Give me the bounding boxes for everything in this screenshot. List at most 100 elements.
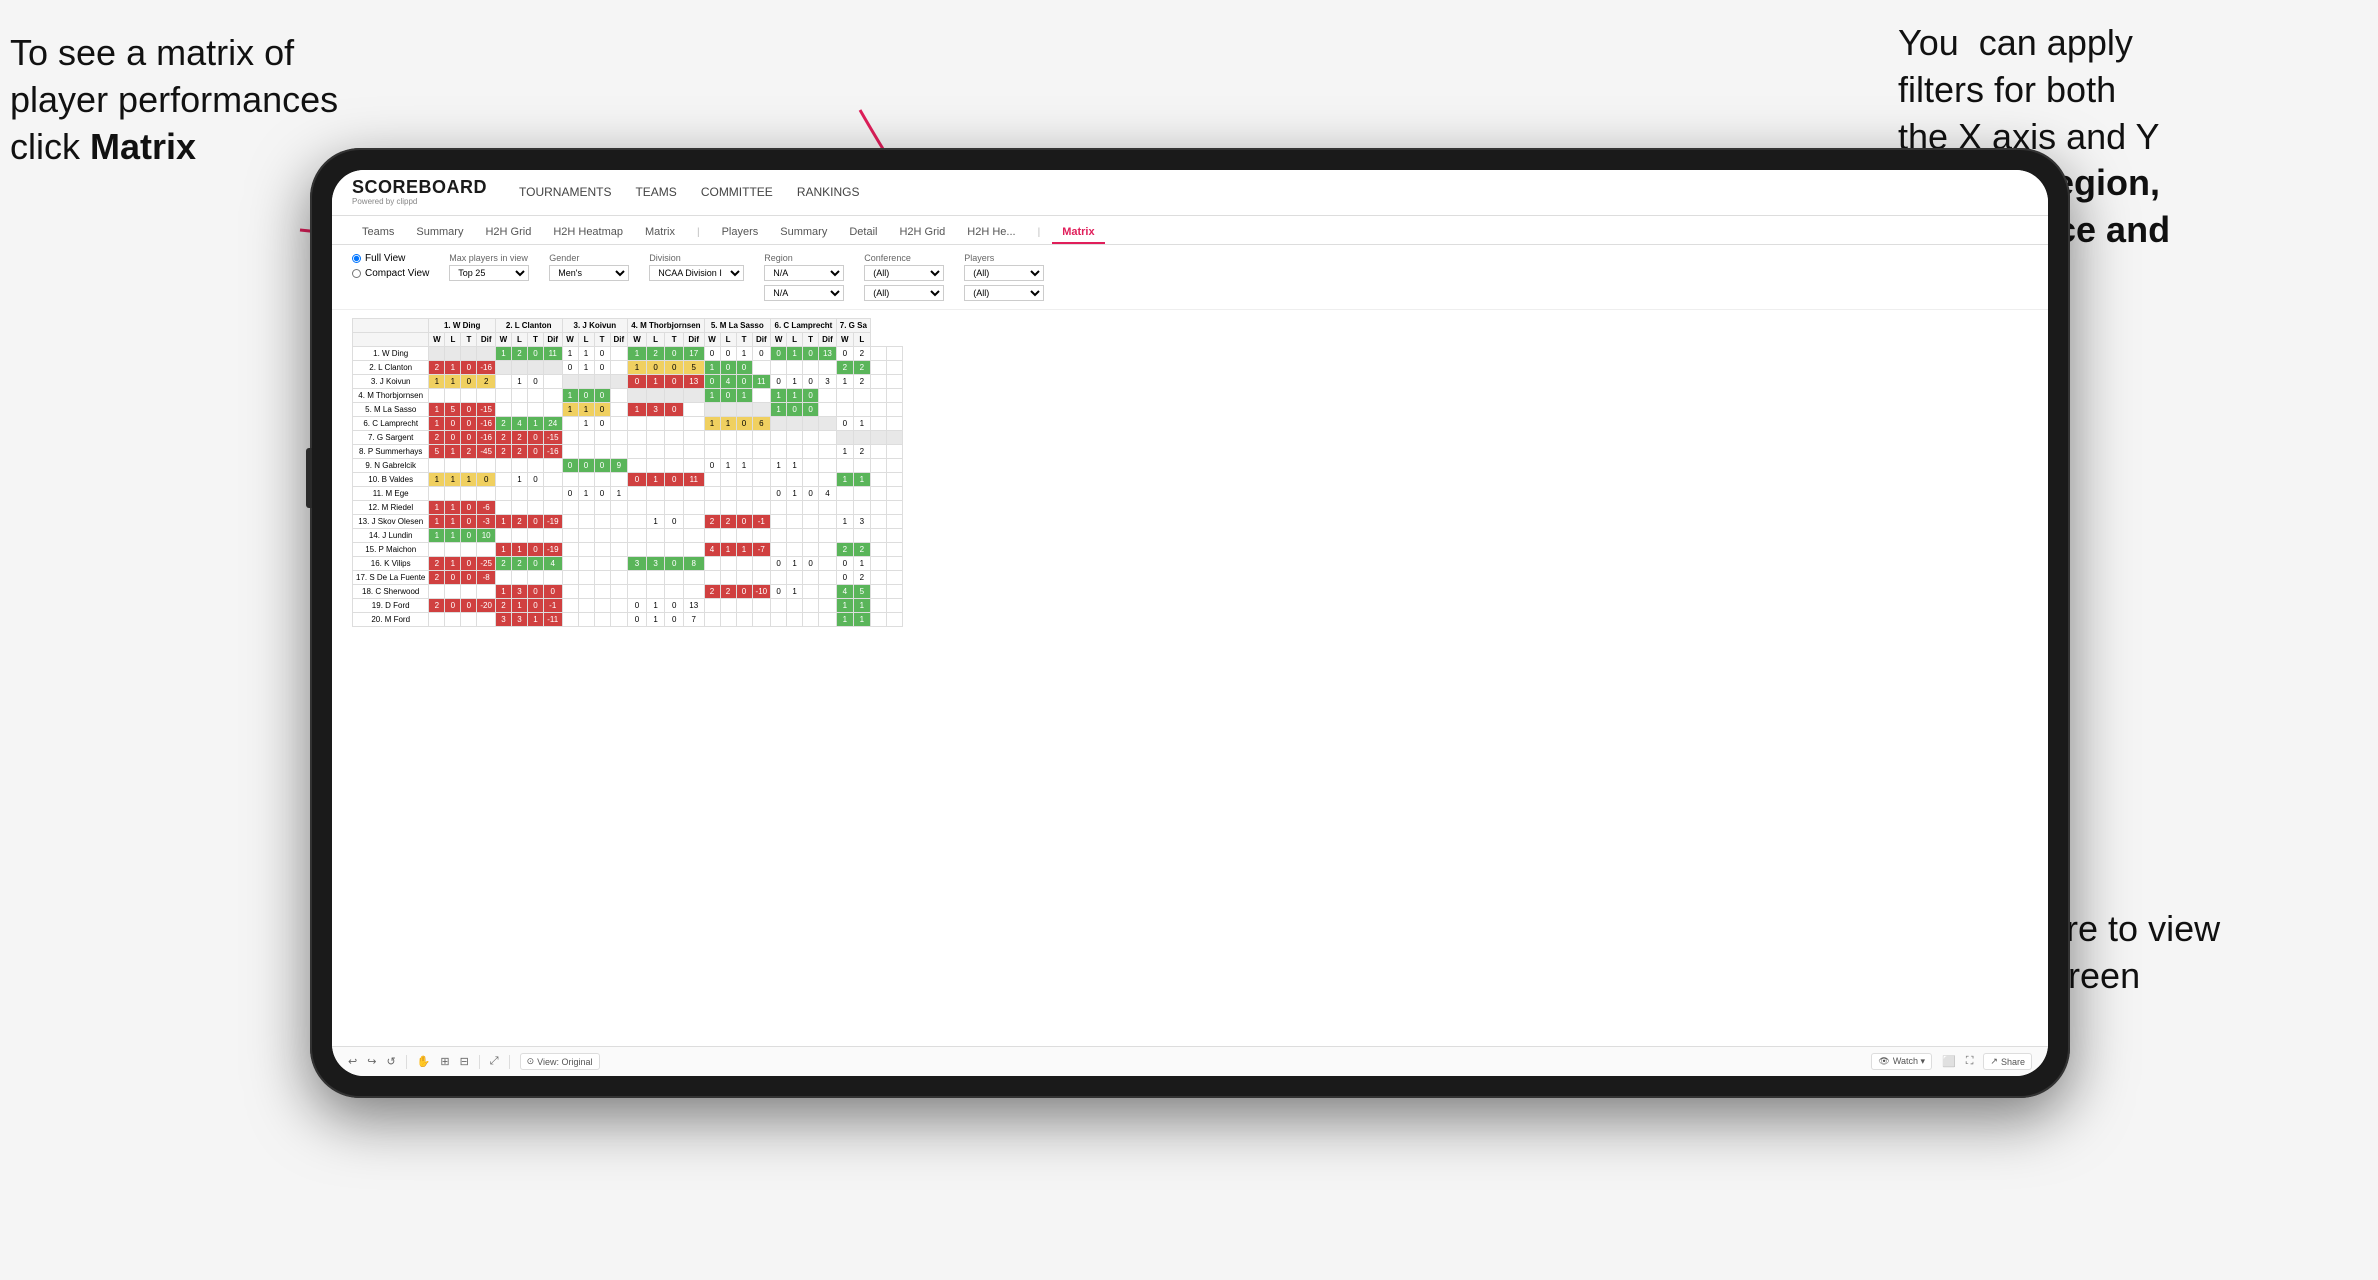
compact-view-input[interactable]	[352, 269, 361, 278]
cell-r14-g2-v3	[610, 542, 628, 556]
cell-r3-g1-v0	[495, 388, 511, 402]
tab-h2h-grid[interactable]: H2H Grid	[475, 222, 541, 244]
cell-r5-g2-v1: 1	[578, 416, 594, 430]
cell-r0-g4-v2: 1	[736, 346, 752, 360]
cell-r9-g2-v2	[594, 472, 610, 486]
cell-r10-g5-v3: 4	[819, 486, 837, 500]
filter-gender-select[interactable]: Men's	[549, 265, 629, 281]
cell-r8-g4-v3	[752, 458, 771, 472]
cell-r1-g2-v3	[610, 360, 628, 374]
cell-r4-g1-v1	[511, 402, 527, 416]
cell-r9-g4-v0	[704, 472, 720, 486]
zoom-out-icon[interactable]: ⊟	[460, 1055, 469, 1068]
cell-r19-g3-v1: 1	[646, 612, 665, 626]
cell-r19-g5-v1	[787, 612, 803, 626]
cell-r19-g3-v0: 0	[628, 612, 647, 626]
row-label-12: 13. J Skov Olesen	[353, 514, 429, 528]
cell-r6-g6-v2	[870, 430, 886, 444]
nav-rankings[interactable]: RANKINGS	[795, 181, 862, 203]
cell-r5-g2-v3	[610, 416, 628, 430]
cell-r11-g4-v3	[752, 500, 771, 514]
cell-r16-g0-v2: 0	[461, 570, 477, 584]
filters-row: Full View Compact View Max players in vi…	[332, 245, 2048, 310]
cell-r9-g0-v2: 1	[461, 472, 477, 486]
filter-division-select[interactable]: NCAA Division I	[649, 265, 744, 281]
filter-players-select[interactable]: (All)	[964, 265, 1044, 281]
cell-r3-g5-v0: 1	[771, 388, 787, 402]
cell-r9-g3-v1: 1	[646, 472, 665, 486]
full-view-input[interactable]	[352, 254, 361, 263]
cell-r5-g1-v1: 4	[511, 416, 527, 430]
filter-region-select[interactable]: N/A	[764, 265, 844, 281]
filter-max-players: Max players in view Top 25	[449, 253, 529, 281]
filter-conference: Conference (All) (All)	[864, 253, 944, 301]
cell-r11-g1-v0	[495, 500, 511, 514]
filter-region-select2[interactable]: N/A	[764, 285, 844, 301]
cell-r8-g2-v0: 0	[562, 458, 578, 472]
refresh-icon[interactable]: ↺	[386, 1055, 395, 1068]
nav-tournaments[interactable]: TOURNAMENTS	[517, 181, 613, 203]
cell-r3-g4-v3	[752, 388, 771, 402]
tab-players[interactable]: Players	[712, 222, 769, 244]
cell-r12-g4-v3: -1	[752, 514, 771, 528]
cell-r8-g6-v0	[836, 458, 853, 472]
tab-matrix-active[interactable]: Matrix	[1052, 222, 1104, 244]
cell-r16-g3-v2	[665, 570, 684, 584]
cell-r18-g4-v3	[752, 598, 771, 612]
row-label-15: 16. K Vilips	[353, 556, 429, 570]
th-l5: L	[720, 332, 736, 346]
cell-r15-g3-v2: 0	[665, 556, 684, 570]
cell-r0-g4-v0: 0	[704, 346, 720, 360]
cell-r9-g6-v0: 1	[836, 472, 853, 486]
cell-r4-g1-v0	[495, 402, 511, 416]
tab-players-h2h-grid[interactable]: H2H Grid	[889, 222, 955, 244]
cell-r5-g6-v1: 1	[853, 416, 870, 430]
cell-r3-g3-v3	[683, 388, 704, 402]
cell-r9-g0-v1: 1	[445, 472, 461, 486]
filter-conference-select2[interactable]: (All)	[864, 285, 944, 301]
fit-icon[interactable]: ⤢	[490, 1055, 499, 1068]
cell-r3-g5-v3	[819, 388, 837, 402]
cell-r16-g1-v1	[511, 570, 527, 584]
tab-summary[interactable]: Summary	[406, 222, 473, 244]
cell-r6-g3-v1	[646, 430, 665, 444]
full-view-radio[interactable]: Full View	[352, 253, 429, 264]
nav-committee[interactable]: COMMITTEE	[699, 181, 775, 203]
filter-max-players-select[interactable]: Top 25	[449, 265, 529, 281]
redo-icon[interactable]: ↪	[367, 1055, 376, 1068]
cell-r0-g3-v3: 17	[683, 346, 704, 360]
cell-r6-g2-v1	[578, 430, 594, 444]
cell-r8-g1-v2	[527, 458, 543, 472]
cell-r4-g0-v0: 1	[429, 402, 445, 416]
cell-r4-g2-v3	[610, 402, 628, 416]
screen-icon[interactable]: ⬜	[1942, 1055, 1956, 1068]
zoom-in-icon[interactable]: ⊞	[440, 1055, 449, 1068]
hand-icon[interactable]: ✋	[417, 1055, 431, 1068]
share-button[interactable]: ↗ Share	[1983, 1053, 2032, 1070]
cell-r18-g5-v1	[787, 598, 803, 612]
filter-conference-select[interactable]: (All)	[864, 265, 944, 281]
undo-icon[interactable]: ↩	[348, 1055, 357, 1068]
filter-players-select2[interactable]: (All)	[964, 285, 1044, 301]
cell-r1-g2-v0: 0	[562, 360, 578, 374]
tab-players-h2h-he[interactable]: H2H He...	[957, 222, 1025, 244]
tab-players-summary[interactable]: Summary	[770, 222, 837, 244]
fullscreen-icon[interactable]: ⛶	[1966, 1055, 1974, 1068]
filter-division: Division NCAA Division I	[649, 253, 744, 281]
watch-button[interactable]: 👁 Watch ▾	[1871, 1053, 1932, 1070]
th-l6: L	[787, 332, 803, 346]
cell-r17-g3-v0	[628, 584, 647, 598]
compact-view-radio[interactable]: Compact View	[352, 268, 429, 279]
tab-players-detail[interactable]: Detail	[839, 222, 887, 244]
nav-teams[interactable]: TEAMS	[633, 181, 678, 203]
cell-r11-g6-v0	[836, 500, 853, 514]
tab-h2h-heatmap[interactable]: H2H Heatmap	[543, 222, 633, 244]
view-original-button[interactable]: ⊙ View: Original	[520, 1053, 600, 1070]
toolbar-sep3	[509, 1055, 510, 1069]
tab-teams[interactable]: Teams	[352, 222, 404, 244]
share-icon: ↗	[1990, 1056, 1998, 1067]
cell-r6-g5-v2	[803, 430, 819, 444]
cell-r18-g2-v0	[562, 598, 578, 612]
cell-r14-g6-v3	[886, 542, 902, 556]
tab-matrix[interactable]: Matrix	[635, 222, 685, 244]
